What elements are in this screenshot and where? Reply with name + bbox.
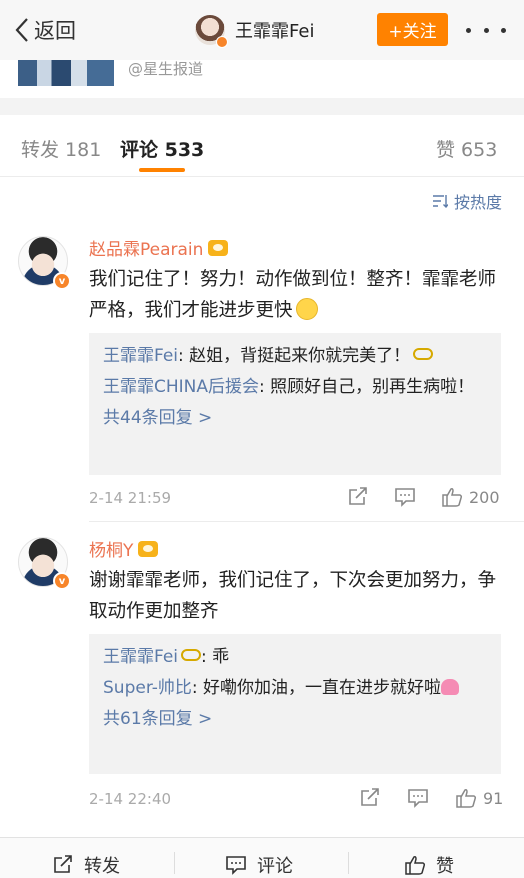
reply-line: Super-帅比: 好嘞你加油，一直在进步就好啦 (103, 673, 487, 704)
repost-button[interactable] (359, 788, 381, 808)
more-replies-link[interactable]: 共44条回复 > (103, 403, 487, 434)
reply-text: : 好嘞你加油，一直在进步就好啦 (191, 678, 441, 698)
tab-like[interactable]: 赞 653 (436, 135, 497, 162)
thumbs-up-icon (456, 789, 477, 808)
repost-icon (54, 855, 72, 873)
tab-underline (139, 168, 185, 172)
divider (89, 521, 524, 522)
nav-user-name: 王霏霏Fei (235, 21, 315, 42)
repost-button[interactable] (347, 487, 369, 507)
smile-emoji-icon (295, 298, 318, 320)
like-button[interactable]: 91 (455, 788, 503, 808)
bottom-like-button[interactable]: 赞 (404, 852, 454, 878)
back-label: 返回 (34, 19, 76, 43)
bottom-like-label: 赞 (436, 856, 454, 877)
reply-box[interactable]: 王霏霏Fei: 赵姐，背挺起来你就完美了！ 王霏霏CHINA后援会: 照顾好自己… (89, 333, 501, 475)
bottom-comment-label: 评论 (257, 856, 293, 877)
more-replies-link[interactable]: 共61条回复 > (103, 704, 487, 735)
comment-button[interactable] (394, 487, 416, 507)
sort-button[interactable]: 按热度 (432, 189, 502, 213)
reply-line: 王霏霏Fei: 赵姐，背挺起来你就完美了！ (103, 341, 487, 372)
source-text: @星生报道 (128, 60, 204, 78)
thumbs-up-icon (405, 856, 426, 875)
avatar (195, 15, 228, 48)
tab-bar: 转发 181 评论 533 赞 653 (0, 115, 524, 177)
reply-text: : 乖 (201, 647, 230, 667)
nav-user[interactable]: 王霏霏Fei (195, 12, 314, 48)
comment-author-name: 杨桐Y (89, 541, 134, 561)
tab-comment[interactable]: 评论 533 (120, 135, 204, 162)
like-count: 91 (483, 788, 504, 808)
comment-icon (395, 488, 415, 507)
comment-author[interactable]: 赵品霖Pearain (89, 235, 229, 260)
comment-footer: 2-14 22:40 91 (89, 786, 503, 814)
divider (348, 852, 349, 874)
comment-icon (226, 856, 246, 875)
reply-text: : 照顾好自己，别再生病啦！ (259, 377, 475, 397)
nav-bar: 返回 王霏霏Fei +关注 (0, 0, 524, 60)
comment-footer: 2-14 21:59 200 (89, 485, 501, 513)
comment-time: 2-14 21:59 (89, 489, 172, 507)
reply-line: 王霏霏Fei : 乖 (103, 642, 487, 673)
verified-badge-icon: v (53, 572, 71, 590)
reply-author[interactable]: Super-帅比 (103, 678, 192, 698)
comment-text: 我们记住了！努力！动作做到位！整齐！霏霏老师严格，我们才能进步更快 (89, 264, 499, 326)
repost-icon (361, 788, 379, 806)
more-icon[interactable] (466, 16, 506, 44)
sort-label: 按热度 (453, 193, 502, 212)
like-button[interactable]: 200 (441, 487, 500, 507)
comment-author[interactable]: 杨桐Y (89, 536, 159, 561)
reply-line: 王霏霏CHINA后援会: 照顾好自己，别再生病啦！ (103, 372, 487, 403)
reply-box[interactable]: 王霏霏Fei : 乖 Super-帅比: 好嘞你加油，一直在进步就好啦 共61条回… (89, 634, 501, 774)
comment-time: 2-14 22:40 (89, 790, 172, 808)
back-button[interactable]: 返回 (14, 14, 76, 46)
chevron-left-icon (15, 18, 28, 42)
bottom-comment-button[interactable]: 评论 (225, 852, 293, 878)
bottom-repost-label: 转发 (84, 856, 120, 877)
member-crown-icon (138, 540, 159, 557)
comment-author-name: 赵品霖Pearain (89, 240, 204, 260)
comment-text: 谢谢霏霏老师，我们记住了，下次会更加努力，争取动作更加整齐 (89, 570, 497, 622)
divider (174, 852, 175, 874)
heart-emoji-icon (441, 679, 459, 695)
reply-author[interactable]: 王霏霏CHINA后援会 (103, 377, 259, 397)
glasses-emoji-icon (413, 348, 434, 360)
comment-body: 我们记住了！努力！动作做到位！整齐！霏霏老师严格，我们才能进步更快 (89, 269, 497, 321)
sort-icon (432, 195, 448, 208)
reply-text: : 赵姐，背挺起来你就完美了！ (178, 346, 411, 366)
repost-icon (349, 487, 367, 505)
source-strip[interactable]: @星生报道 (0, 60, 524, 98)
glasses-emoji-icon (181, 649, 202, 661)
follow-button[interactable]: +关注 (377, 13, 448, 46)
tab-repost[interactable]: 转发 181 (21, 135, 101, 162)
verified-badge-icon: v (53, 272, 71, 290)
comment-list: 按热度 v 赵品霖Pearain 我们记住了！努力！动作做到位！整齐！霏霏老师严… (0, 177, 524, 837)
source-thumbnail (18, 60, 114, 86)
verified-badge-icon (216, 36, 228, 48)
reply-author[interactable]: 王霏霏Fei (103, 346, 178, 366)
like-count: 200 (469, 487, 500, 507)
bottom-action-bar: 转发 评论 赞 (0, 837, 524, 878)
member-crown-icon (208, 239, 229, 256)
comment-button[interactable] (407, 788, 429, 808)
bottom-repost-button[interactable]: 转发 (52, 852, 120, 878)
comment-icon (408, 789, 428, 808)
thumbs-up-icon (442, 488, 463, 507)
reply-author[interactable]: 王霏霏Fei (103, 647, 178, 667)
